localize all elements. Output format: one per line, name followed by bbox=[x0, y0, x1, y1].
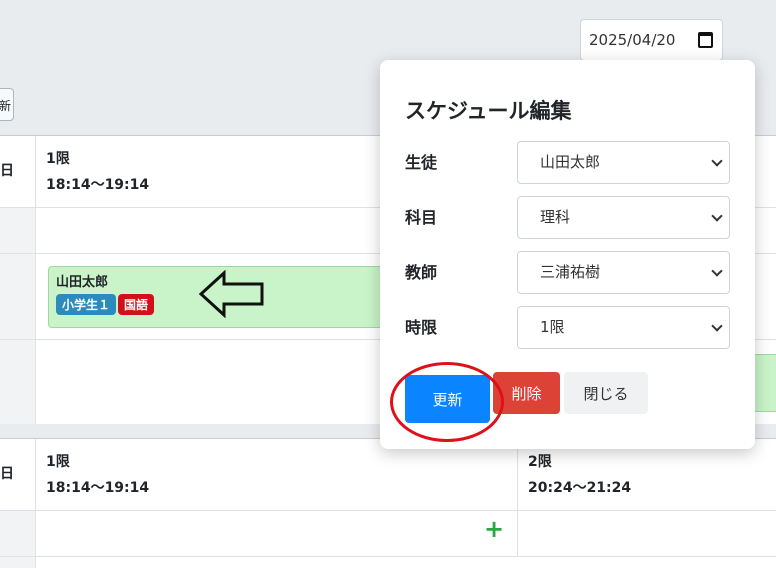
teacher-select[interactable]: 三浦祐樹 bbox=[517, 251, 730, 294]
slot-row: + bbox=[0, 511, 776, 557]
student-select[interactable]: 山田太郎 bbox=[517, 141, 730, 184]
chevron-down-icon bbox=[711, 265, 723, 277]
row-label-cell bbox=[0, 208, 36, 253]
header-row: 日 1限 18:14〜19:14 2限 20:24〜21:24 bbox=[0, 439, 776, 511]
student-select-value: 山田太郎 bbox=[540, 153, 601, 171]
column-divider bbox=[517, 511, 518, 556]
day-label: 日 bbox=[0, 466, 14, 482]
student-label: 生徒 bbox=[405, 153, 438, 172]
column-divider bbox=[517, 439, 518, 510]
period-header-2: 2限 20:24〜21:24 bbox=[528, 449, 631, 501]
day-column: 日 bbox=[0, 439, 36, 510]
period-time: 20:24〜21:24 bbox=[528, 480, 632, 496]
subject-select[interactable]: 理科 bbox=[517, 196, 730, 239]
chevron-down-icon bbox=[711, 210, 723, 222]
row-label-cell bbox=[0, 254, 36, 339]
chevron-down-icon bbox=[711, 320, 723, 332]
modal-title: スケジュール編集 bbox=[405, 99, 572, 123]
period-label: 時限 bbox=[405, 318, 438, 337]
teacher-label: 教師 bbox=[405, 263, 438, 282]
date-value: 2025/04/20 bbox=[589, 31, 676, 49]
date-input[interactable]: 2025/04/20 bbox=[580, 19, 723, 61]
day-label: 日 bbox=[0, 163, 14, 179]
slot-row bbox=[0, 557, 776, 568]
chevron-down-icon bbox=[711, 155, 723, 167]
row-label-cell bbox=[0, 340, 36, 425]
plus-icon[interactable]: + bbox=[484, 515, 504, 543]
period-time: 18:14〜19:14 bbox=[46, 177, 150, 193]
row-label-cell bbox=[0, 557, 36, 568]
calendar-icon[interactable] bbox=[698, 32, 713, 48]
period-select-value: 1限 bbox=[540, 318, 565, 336]
week-nav-button-label: 新 bbox=[0, 99, 11, 113]
subject-select-value: 理科 bbox=[540, 208, 571, 226]
teacher-select-value: 三浦祐樹 bbox=[540, 263, 601, 281]
annotation-circle bbox=[390, 362, 504, 442]
period-time: 18:14〜19:14 bbox=[46, 480, 150, 496]
period-header-1: 1限 18:14〜19:14 bbox=[46, 449, 149, 501]
period-select[interactable]: 1限 bbox=[517, 306, 730, 349]
period-header-1: 1限 18:14〜19:14 bbox=[46, 146, 149, 198]
arrow-left-icon bbox=[198, 270, 264, 318]
week-nav-button[interactable]: 新 bbox=[0, 88, 14, 121]
subject-label: 科目 bbox=[405, 208, 438, 227]
subject-badge: 国語 bbox=[118, 294, 155, 315]
period-name: 1限 bbox=[46, 151, 70, 167]
row-label-cell bbox=[0, 511, 36, 556]
schedule-week-2: 日 1限 18:14〜19:14 2限 20:24〜21:24 + bbox=[0, 438, 776, 568]
day-column: 日 bbox=[0, 136, 36, 207]
period-name: 1限 bbox=[46, 454, 70, 470]
period-name: 2限 bbox=[528, 454, 552, 470]
grade-badge: 小学生１ bbox=[56, 294, 117, 315]
close-button[interactable]: 閉じる bbox=[564, 372, 648, 414]
